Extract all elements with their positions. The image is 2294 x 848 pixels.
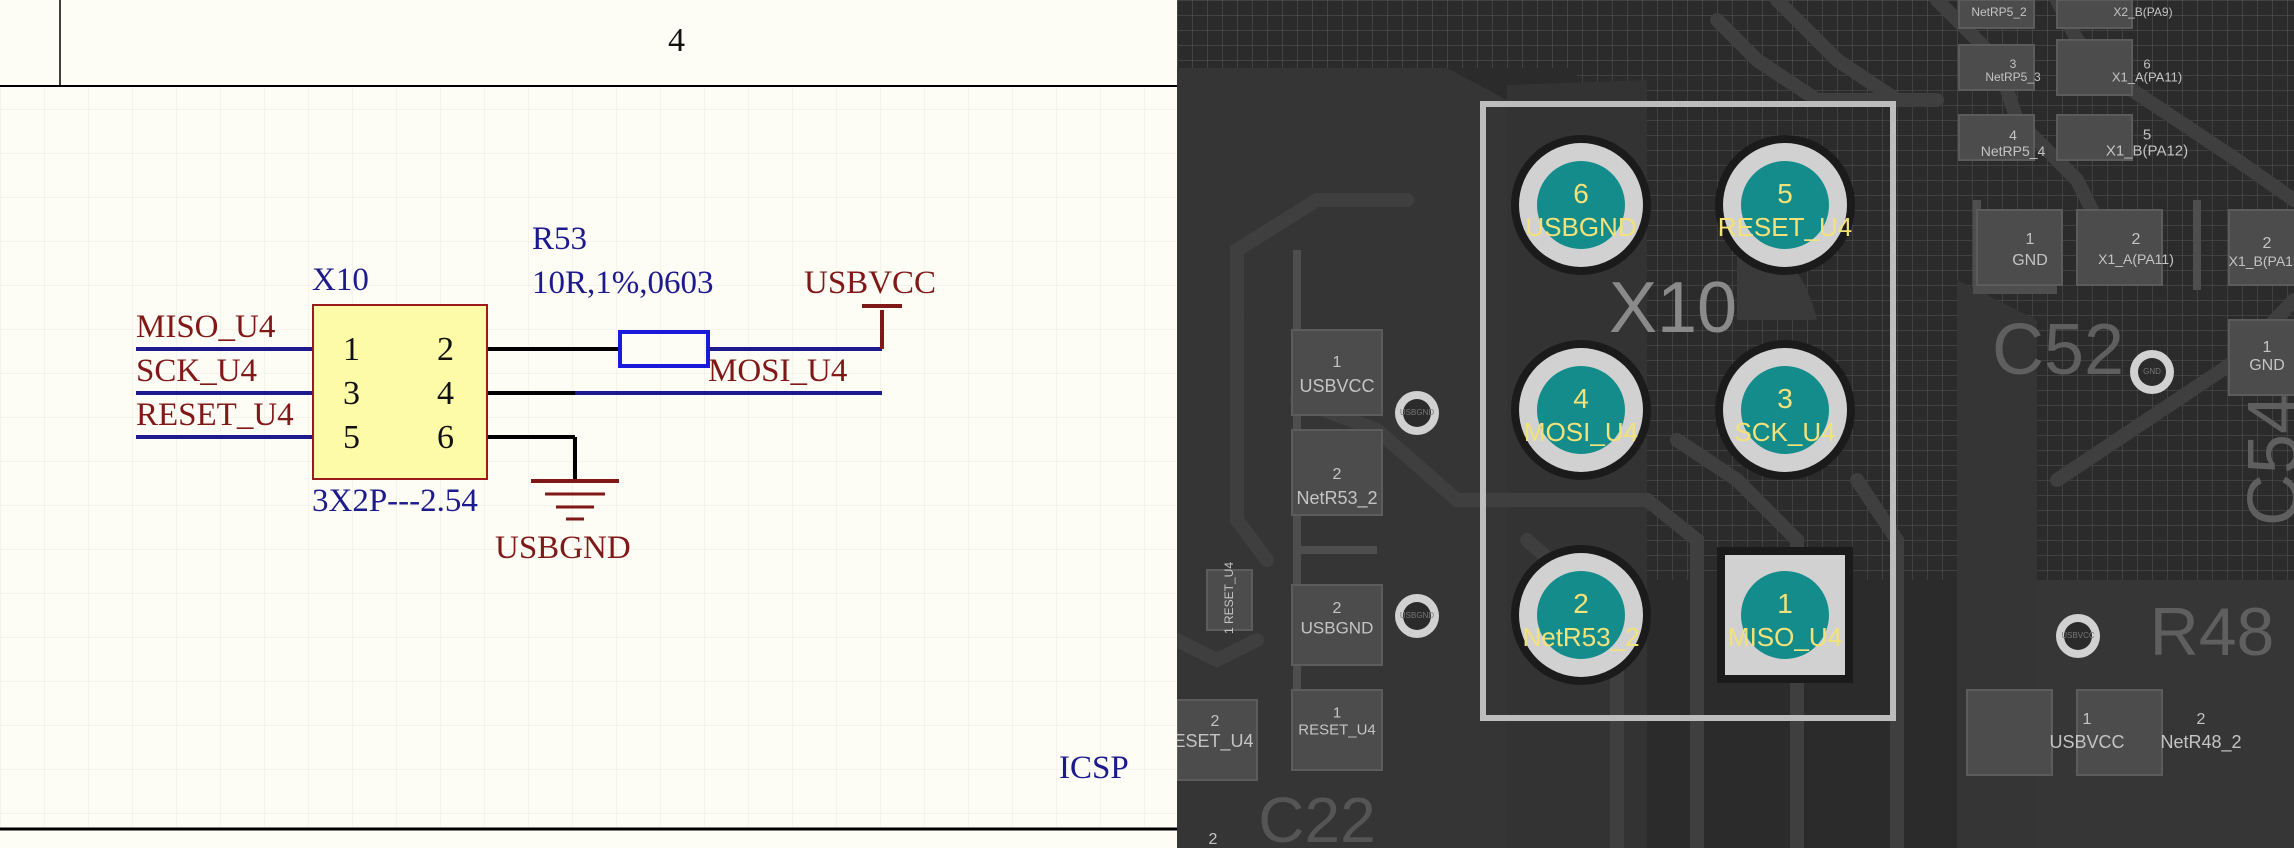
pad-net: MISO_U4	[1727, 622, 1843, 652]
connector-value: 3X2P---2.54	[312, 483, 478, 519]
smd-pad-num: 2	[2262, 235, 2272, 252]
via-net: USBVCC	[2061, 631, 2095, 640]
smd-pad-net: X1_A(PA11)	[2098, 251, 2174, 267]
smd-pad-net: NetRP5_2	[1971, 5, 2027, 19]
smd-pad-net: USBVCC	[2049, 732, 2125, 752]
smd-pad-num: 4	[2009, 127, 2017, 143]
smd-pad-net: NetRP5_4	[1980, 143, 2046, 159]
smd-pad-num: 1	[1332, 354, 1342, 371]
pad-net: USBGND	[1525, 212, 1637, 242]
smd-pad-net: NetRP5_3	[1985, 70, 2041, 84]
smd-pad-net: RESET_U4	[1177, 731, 1254, 751]
smd-pad-num: 1	[2262, 339, 2272, 356]
resistor-designator: R53	[532, 221, 588, 257]
via-net: GND	[2143, 367, 2161, 376]
schematic-pane[interactable]: 4 ICSP X10 3X2P---2.54 1 2 3 4 5 6 R53 1…	[0, 0, 1177, 848]
smd-pad-rot: 1 RESET_U4	[1222, 561, 1236, 635]
pad-number: 3	[1777, 383, 1793, 414]
smd-pad-num: 2	[1332, 600, 1342, 617]
power-port-usbvcc: USBVCC	[804, 265, 937, 301]
smd-pad-net: RESET_U4	[1222, 561, 1236, 624]
smd-pad-net: NetR48_2	[2160, 732, 2242, 752]
smd-pad-num: 1	[1332, 704, 1342, 722]
smd-pad-num: 1	[2082, 711, 2092, 728]
pad-net: RESET_U4	[1717, 212, 1853, 242]
pcb-pane[interactable]: X10 C52 C54 R48 C22 6 USBGND 5 RESET_U4 …	[1177, 0, 2294, 848]
pad-net: SCK_U4	[1734, 417, 1836, 447]
pad-number: 6	[1573, 178, 1589, 209]
smd-pad-net: USBGND	[1300, 618, 1374, 638]
pad-net: MOSI_U4	[1523, 417, 1639, 447]
pad-number: 1	[1777, 588, 1793, 619]
via-net: USBGND	[1399, 611, 1435, 620]
power-port-usbgnd: USBGND	[495, 530, 631, 566]
smd-pad-num: 2	[1210, 713, 1220, 730]
net-label-sck: SCK_U4	[136, 353, 258, 389]
pin-number: 5	[343, 419, 360, 456]
pcb-designator-c22: C22	[1258, 784, 1376, 848]
smd-pad-net: NetR53_2	[1296, 488, 1378, 508]
pcb-designator-c54: C54	[2234, 393, 2294, 527]
connector-designator: X10	[312, 262, 369, 298]
smd-pad-net: GND	[2012, 252, 2048, 269]
pin-number: 6	[437, 419, 454, 456]
connector-body	[312, 304, 488, 480]
smd-pad-num: 3	[2009, 57, 2017, 71]
pcb-designator-r48: R48	[2149, 594, 2275, 670]
smd-pad-net: GND	[2249, 357, 2285, 374]
pcb-designator-c52: C52	[1991, 310, 2125, 390]
smd-pad-num: 2	[1208, 831, 1218, 848]
smd-pad-net: X1_A(PA11)	[2111, 69, 2183, 85]
smd-pad-num: 2	[1332, 466, 1342, 483]
smd-pad-net: X1_B(PA12)	[2228, 253, 2294, 269]
pin-number: 3	[343, 375, 360, 412]
smd-pad-num: 1	[2025, 231, 2035, 248]
smd-pad-num: 2	[2196, 711, 2206, 728]
pad-number: 4	[1573, 383, 1589, 414]
pin-number: 4	[437, 375, 454, 412]
pin-number: 2	[437, 331, 454, 368]
resistor-body	[618, 330, 710, 368]
net-label-miso: MISO_U4	[136, 309, 276, 345]
smd-pad-net: USBVCC	[1299, 376, 1375, 396]
resistor-value: 10R,1%,0603	[532, 265, 714, 301]
smd-pad-num: 5	[2142, 126, 2152, 144]
pad-number: 5	[1777, 178, 1793, 209]
pad-number: 2	[1573, 588, 1589, 619]
smd-pad-net: X1_B(PA12)	[2105, 142, 2189, 160]
net-label-reset: RESET_U4	[136, 397, 294, 433]
smd-pad-num: 2	[2131, 231, 2141, 248]
via-net: USBGND	[1399, 408, 1435, 417]
net-label-mosi: MOSI_U4	[708, 353, 848, 389]
pin-number: 1	[343, 331, 360, 368]
smd-pad-num: 1	[1222, 627, 1236, 635]
smd-pad-net: X2_B(PA9)	[2113, 5, 2173, 19]
pad-net: NetR53_2	[1522, 622, 1640, 652]
smd-pad-net: RESET_U4	[1298, 721, 1376, 739]
pcb-designator-x10: X10	[1608, 268, 1738, 348]
